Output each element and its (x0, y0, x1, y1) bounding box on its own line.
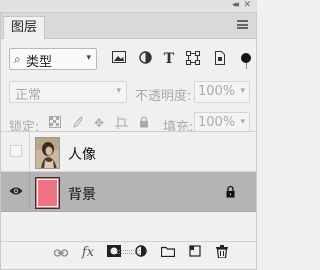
visibility-toggle[interactable] (1, 132, 29, 172)
blend-mode-select[interactable]: 正常 ▾ (9, 81, 127, 103)
blend-row: 正常 ▾ 不透明度: 100% ▾ (1, 79, 256, 105)
layer-thumbnail-background (35, 177, 60, 209)
lock-icon[interactable] (225, 185, 236, 198)
search-icon: ⌕ (14, 52, 21, 66)
group-folder-icon[interactable] (160, 245, 176, 261)
eye-icon (9, 187, 23, 195)
opacity-field[interactable]: 100% ▾ (194, 81, 250, 103)
smart-object-filter-icon[interactable] (211, 51, 227, 67)
image-filter-icon[interactable] (111, 51, 127, 67)
link-layers-icon[interactable] (53, 245, 69, 261)
chevron-down-icon: ▾ (116, 86, 121, 96)
chevron-down-icon: ▾ (240, 86, 245, 96)
filter-kind-select[interactable]: ⌕ 类型 ▾ (9, 48, 97, 70)
fx-icon[interactable]: fx (80, 245, 96, 261)
filter-toggle-stem (246, 63, 247, 69)
lock-paint-icon[interactable] (70, 116, 84, 130)
lock-transparent-icon[interactable] (48, 116, 62, 130)
layer-name[interactable]: 人像 (68, 144, 96, 164)
layer-name[interactable]: 背景 (68, 184, 96, 204)
new-layer-icon[interactable] (187, 245, 203, 261)
layer-row-background[interactable]: 背景 (1, 172, 256, 212)
opacity-value: 100% (198, 84, 236, 99)
layers-panel: 图层 ⌕ 类型 ▾ T 正常 ▾ 不透明度: 100% ▾ 锁定: ✥ 填充: … (0, 12, 257, 270)
panel-tab-bar: 图层 (1, 13, 256, 39)
resize-grip[interactable] (116, 250, 140, 254)
type-filter-icon[interactable]: T (161, 51, 177, 67)
collapse-panels-icon[interactable]: ◂◂ (232, 0, 239, 10)
lock-move-icon[interactable]: ✥ (92, 116, 106, 130)
panel-menu-icon[interactable] (237, 20, 248, 29)
row-divider (29, 172, 30, 212)
lock-all-icon[interactable] (137, 116, 151, 130)
lock-artboard-icon[interactable] (114, 116, 128, 130)
filter-row: ⌕ 类型 ▾ T (1, 45, 256, 73)
panel-top-strip: ◂◂ ✕ (0, 0, 257, 12)
tab-layers[interactable]: 图层 (3, 16, 45, 39)
adjustment-filter-icon[interactable] (137, 51, 153, 67)
trash-icon[interactable] (214, 245, 230, 261)
layer-row-portrait[interactable]: 人像 (1, 132, 256, 172)
shape-filter-icon[interactable] (185, 51, 201, 67)
layers-list: 人像 背景 (1, 131, 256, 241)
filter-kind-label: 类型 (26, 55, 53, 70)
opacity-label: 不透明度: (135, 89, 192, 104)
close-panel-icon[interactable]: ✕ (243, 0, 251, 10)
layer-thumbnail-portrait (35, 137, 60, 169)
visibility-toggle[interactable] (1, 172, 29, 212)
fill-value: 100% (198, 115, 236, 130)
filter-toggle-icon[interactable] (241, 53, 251, 63)
visibility-off-box (10, 145, 22, 157)
chevron-down-icon: ▾ (86, 53, 91, 63)
blend-mode-value: 正常 (15, 88, 42, 103)
row-divider (29, 132, 30, 172)
chevron-down-icon: ▾ (240, 117, 245, 127)
